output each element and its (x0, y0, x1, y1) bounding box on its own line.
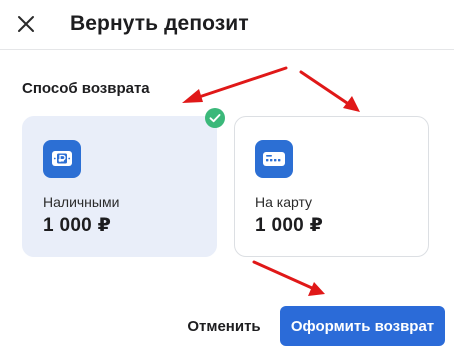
refund-option-amount: 1 000 ₽ (43, 215, 112, 236)
refund-option-amount: 1 000 ₽ (255, 215, 324, 236)
arrow-to-card-option (299, 70, 352, 107)
card-icon (255, 140, 293, 178)
refund-option-card[interactable]: На карту 1 000 ₽ (234, 116, 429, 257)
refund-method-label: Способ возврата (22, 80, 150, 97)
selected-check-icon (205, 108, 225, 128)
dialog-header: Вернуть депозит (0, 0, 454, 49)
close-button[interactable] (14, 12, 38, 36)
cash-icon (43, 140, 81, 178)
arrow-to-cash-option (194, 66, 288, 100)
submit-refund-button[interactable]: Оформить возврат (280, 306, 445, 346)
arrowhead-cash (182, 89, 203, 103)
refund-deposit-dialog: Вернуть депозит Способ возврата Наличным… (0, 0, 454, 356)
arrow-to-submit-button (252, 260, 314, 290)
refund-option-label: На карту (255, 194, 313, 210)
header-divider (0, 49, 454, 50)
refund-option-cash[interactable]: Наличными 1 000 ₽ (22, 116, 217, 257)
arrowhead-submit (308, 282, 325, 296)
refund-option-label: Наличными (43, 194, 120, 210)
dialog-title: Вернуть депозит (70, 12, 249, 35)
arrowhead-card (343, 96, 360, 112)
close-icon (18, 16, 34, 32)
cancel-button[interactable]: Отменить (180, 308, 268, 344)
